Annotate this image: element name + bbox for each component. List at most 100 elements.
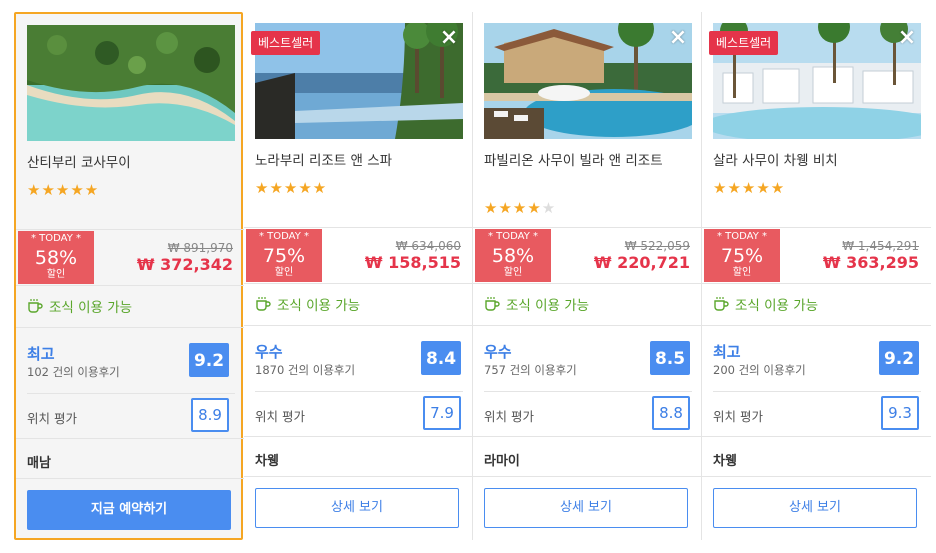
star-rating: ★★★★★: [713, 179, 786, 197]
close-icon[interactable]: ×: [897, 27, 917, 49]
location-label: 위치 평가: [27, 411, 77, 426]
location-score: 8.9: [191, 398, 229, 432]
book-now-button[interactable]: 지금 예약하기: [27, 490, 231, 530]
hotel-name[interactable]: 살라 사무이 차웽 비치: [713, 151, 921, 171]
coffee-cup-icon: [485, 297, 500, 311]
hotel-card-1[interactable]: 산티부리 코사무이 ★★★★★ * TODAY * 58% 할인 ₩ 891,9…: [14, 12, 245, 540]
review-count[interactable]: 102 건의 이용후기: [27, 364, 120, 380]
review-count[interactable]: 757 건의 이용후기: [484, 362, 577, 378]
discount-label: 할인: [46, 269, 66, 280]
close-icon[interactable]: ×: [668, 27, 688, 49]
coffee-cup-icon: [256, 297, 271, 311]
hotel-photo[interactable]: [484, 23, 692, 139]
star-rating: ★★★★★: [255, 179, 328, 197]
discount-label: 할인: [503, 267, 523, 278]
review-count[interactable]: 1870 건의 이용후기: [255, 362, 355, 378]
sale-price: ₩ 220,721: [593, 253, 690, 272]
divider: [16, 438, 245, 439]
discount-label: 할인: [274, 267, 294, 278]
divider: [484, 391, 692, 392]
today-deal-badge: * TODAY * 75% 할인: [704, 229, 780, 282]
original-price: ₩ 522,059: [624, 239, 690, 253]
today-label: * TODAY *: [30, 233, 82, 244]
discount-label: 할인: [732, 267, 752, 278]
hotel-name[interactable]: 노라부리 리조트 앤 스파: [255, 151, 463, 171]
view-details-button[interactable]: 상세 보기: [713, 488, 917, 528]
discount-percent: 75%: [720, 245, 764, 267]
breakfast-info: 조식 이용 가능: [484, 294, 589, 314]
divider: [244, 283, 473, 284]
location-score: 9.3: [881, 396, 919, 430]
divider: [244, 476, 473, 477]
sale-price: ₩ 158,515: [364, 253, 461, 272]
review-grade: 우수: [484, 343, 512, 361]
star-rating: ★★★★★: [484, 199, 557, 217]
discount-percent: 75%: [262, 245, 306, 267]
hotel-card-4[interactable]: 베스트셀러 × 살라 사무이 차웽 비치 ★★★★★ * TODAY * 75%…: [702, 12, 931, 540]
divider: [255, 391, 463, 392]
city-name: 라마이: [484, 454, 520, 469]
hotel-name[interactable]: 산티부리 코사무이: [27, 153, 235, 173]
price-box: * TODAY * 75% 할인 ₩ 634,060 ₩ 158,515: [244, 228, 473, 283]
divider: [473, 476, 702, 477]
divider: [473, 283, 702, 284]
hotel-comparison-grid: 산티부리 코사무이 ★★★★★ * TODAY * 58% 할인 ₩ 891,9…: [14, 12, 932, 540]
hotel-card-3[interactable]: × 파빌리온 사무이 빌라 앤 리조트 ★★★★★ * TODAY * 58% …: [473, 12, 702, 540]
breakfast-label: 조식 이용 가능: [506, 298, 590, 314]
original-price: ₩ 1,454,291: [842, 239, 919, 253]
breakfast-info: 조식 이용 가능: [27, 296, 132, 316]
review-grade: 최고: [713, 343, 741, 361]
breakfast-info: 조식 이용 가능: [255, 294, 360, 314]
price-box: * TODAY * 75% 할인 ₩ 1,454,291 ₩ 363,295: [702, 228, 931, 283]
divider: [702, 283, 931, 284]
location-score: 7.9: [423, 396, 461, 430]
divider: [473, 436, 702, 437]
hotel-name[interactable]: 파빌리온 사무이 빌라 앤 리조트: [484, 151, 692, 171]
coffee-cup-icon: [714, 297, 729, 311]
review-grade: 최고: [27, 345, 55, 363]
divider: [27, 393, 235, 394]
sale-price: ₩ 372,342: [136, 255, 233, 274]
divider: [702, 476, 931, 477]
bestseller-badge: 베스트셀러: [709, 31, 779, 55]
today-label: * TODAY *: [487, 231, 539, 242]
today-deal-badge: * TODAY * 58% 할인: [475, 229, 551, 282]
divider: [244, 325, 473, 326]
discount-percent: 58%: [491, 245, 535, 267]
city-name: 매남: [27, 456, 51, 471]
view-details-button[interactable]: 상세 보기: [255, 488, 459, 528]
divider: [16, 285, 245, 286]
breakfast-info: 조식 이용 가능: [713, 294, 818, 314]
close-icon[interactable]: ×: [439, 27, 459, 49]
price-box: * TODAY * 58% 할인 ₩ 891,970 ₩ 372,342: [16, 230, 245, 285]
review-score: 8.4: [421, 341, 461, 375]
divider: [713, 391, 921, 392]
today-label: * TODAY *: [716, 231, 768, 242]
hotel-card-2[interactable]: 베스트셀러 × 노라부리 리조트 앤 스파 ★★★★★ * TODAY * 75…: [244, 12, 473, 540]
divider: [16, 327, 245, 328]
discount-percent: 58%: [34, 247, 78, 269]
review-score: 8.5: [650, 341, 690, 375]
original-price: ₩ 891,970: [167, 241, 233, 255]
breakfast-label: 조식 이용 가능: [49, 300, 133, 316]
bestseller-badge: 베스트셀러: [251, 31, 321, 55]
review-score: 9.2: [189, 343, 229, 377]
divider: [244, 436, 473, 437]
divider: [473, 325, 702, 326]
sale-price: ₩ 363,295: [822, 253, 919, 272]
star-rating: ★★★★★: [27, 181, 100, 199]
breakfast-label: 조식 이용 가능: [277, 298, 361, 314]
location-label: 위치 평가: [713, 409, 763, 424]
location-label: 위치 평가: [255, 409, 305, 424]
review-count[interactable]: 200 건의 이용후기: [713, 362, 806, 378]
coffee-cup-icon: [28, 299, 43, 313]
original-price: ₩ 634,060: [395, 239, 461, 253]
today-deal-badge: * TODAY * 58% 할인: [18, 231, 94, 284]
view-details-button[interactable]: 상세 보기: [484, 488, 688, 528]
city-name: 차웽: [713, 454, 737, 469]
city-name: 차웽: [255, 454, 279, 469]
review-grade: 우수: [255, 343, 283, 361]
hotel-photo[interactable]: [27, 25, 235, 141]
today-deal-badge: * TODAY * 75% 할인: [246, 229, 322, 282]
price-box: * TODAY * 58% 할인 ₩ 522,059 ₩ 220,721: [473, 228, 702, 283]
